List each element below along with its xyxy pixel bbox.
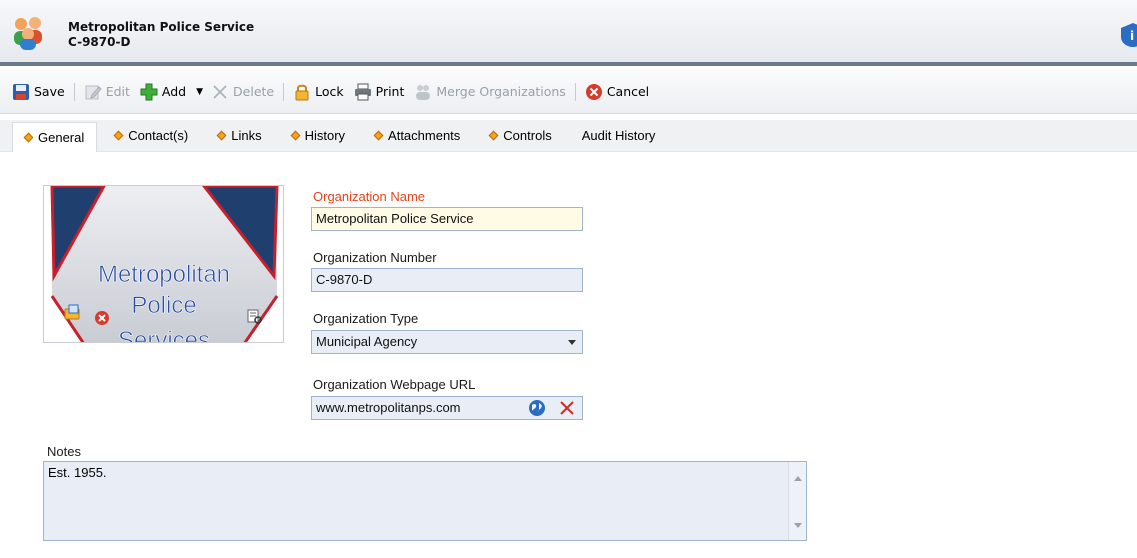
tab-label: Contact(s) [128,128,189,143]
organization-name-field[interactable]: Metropolitan Police Service [311,207,583,231]
edit-icon [85,85,102,99]
tab-controls[interactable]: Controls [478,123,563,149]
toolbar-divider [73,82,75,101]
logo-text-line3: Services [118,327,210,343]
logo-text-line2: Police [131,292,196,319]
tab-label: Links [231,128,262,143]
organization-icon [14,17,42,50]
diamond-icon [488,130,499,141]
merge-organizations-button[interactable]: Merge Organizations [412,80,567,104]
organization-photo[interactable]: Metropolitan Police Services [43,185,284,343]
tab-history[interactable]: History [280,123,357,149]
cancel-label: Cancel [606,84,650,99]
organization-url-field[interactable]: www.metropolitanps.com [311,396,583,420]
print-button[interactable]: Print [352,80,407,104]
svg-text:i: i [1130,29,1134,43]
record-header: Metropolitan Police Service C-9870-D i [0,0,1137,66]
view-photo-icon[interactable] [246,308,262,324]
lock-label: Lock [315,84,344,99]
tab-label: Audit History [581,128,656,143]
tab-label: History [304,128,346,143]
toolbar-divider [283,82,285,101]
tab-label: Attachments [388,128,461,143]
record-title: Metropolitan Police Service [68,20,255,34]
notes-label: Notes [47,444,81,459]
organization-number-label: Organization Number [313,250,437,265]
scroll-down-icon[interactable] [794,523,802,528]
edit-button[interactable]: Edit [82,80,132,104]
print-label: Print [375,84,405,99]
notes-value: Est. 1955. [48,465,107,480]
folder-upload-icon[interactable] [64,304,80,320]
tab-label: Controls [503,128,552,143]
add-label: Add [161,84,187,99]
lock-icon [295,84,309,100]
diamond-icon [113,130,124,141]
save-label: Save [34,84,65,99]
diamond-icon [290,130,301,141]
merge-label: Merge Organizations [436,84,566,99]
organization-number-field[interactable]: C-9870-D [311,268,583,292]
info-shield-icon[interactable]: i [1121,23,1137,47]
logo-text-line1: Metropolitan [98,261,230,288]
delete-label: Delete [233,84,275,99]
organization-url-value: www.metropolitanps.com [316,400,461,415]
organization-name-label: Organization Name [313,189,425,204]
diamond-icon [216,130,227,141]
organization-type-label: Organization Type [313,311,419,326]
chevron-down-icon[interactable] [568,340,576,345]
delete-icon [213,84,227,99]
cancel-icon [585,83,602,100]
edit-label: Edit [105,84,130,99]
record-number: C-9870-D [68,35,131,49]
notes-textarea[interactable]: Est. 1955. [43,461,807,541]
toolbar-divider [574,82,576,101]
tab-contacts[interactable]: Contact(s) [103,123,200,149]
add-dropdown-caret-icon[interactable]: ▼ [196,87,203,97]
scroll-up-icon[interactable] [794,476,802,481]
organization-type-value: Municipal Agency [316,334,418,349]
diamond-icon [373,130,384,141]
diamond-icon [23,132,34,142]
merge-icon [416,84,431,100]
tab-general[interactable]: General [12,121,98,152]
save-button[interactable]: Save [10,80,67,104]
delete-button[interactable]: Delete [209,80,276,104]
tab-attachments[interactable]: Attachments [363,123,472,149]
add-button[interactable]: Add ▼ [138,80,209,104]
cancel-button[interactable]: Cancel [583,80,651,104]
remove-photo-icon[interactable] [94,310,110,326]
toolbar: Save Edit Add ▼ Delete Lock Print Merge … [0,70,1137,114]
printer-icon [354,83,371,100]
tab-audit-history[interactable]: Audit History [570,123,668,149]
globe-icon[interactable] [528,399,546,417]
add-icon [140,83,158,100]
clear-url-icon[interactable] [558,399,576,417]
tab-strip: General Contact(s) Links History Attachm… [0,120,1137,152]
tab-links[interactable]: Links [206,123,273,149]
organization-url-label: Organization Webpage URL [313,377,476,392]
tab-label: General [38,129,85,145]
lock-button[interactable]: Lock [291,80,346,104]
save-icon [13,83,29,100]
notes-scrollbar[interactable] [788,462,806,540]
organization-type-select[interactable]: Municipal Agency [311,330,583,354]
